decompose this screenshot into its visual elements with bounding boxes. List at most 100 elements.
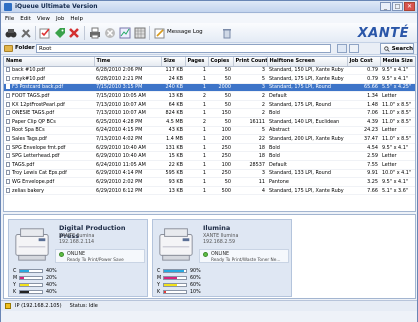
status-ip: IP (192.168.2.105) <box>15 303 62 309</box>
toner-fill <box>20 277 25 279</box>
menu-file[interactable]: File <box>5 16 14 22</box>
file-name-cell: SPG Envelope fmt.pdf <box>4 143 94 153</box>
table-row[interactable]: F3 Postcard back.pdf 7/15/2010 3:15 PM 240… <box>4 83 415 93</box>
table-cell: Letter <box>380 151 415 162</box>
table-row[interactable]: Root Spa BCs 6/24/2010 4:15 PM 43 KB 1 100 5 A… <box>4 126 415 136</box>
column-header[interactable]: Size <box>161 57 186 67</box>
table-cell: 10.0" x 4.1" <box>380 169 415 179</box>
stop-icon[interactable] <box>104 27 116 39</box>
printer-status-detail: Ready To Print/Waste Toner Ne... <box>211 258 281 263</box>
printer-model: XANTE Ilumina <box>203 234 239 239</box>
table-cell: 28537 <box>233 160 267 170</box>
pdf-file-icon <box>6 153 10 159</box>
file-name: KX 12ptFrostPearl.pdf <box>12 101 65 108</box>
toner-fill <box>164 270 184 272</box>
table-cell: 150 <box>208 108 233 119</box>
file-name: Root Spa BCs <box>12 127 45 134</box>
table-cell: 1 <box>185 83 208 93</box>
column-header[interactable]: Name <box>4 57 95 67</box>
details-view-icon[interactable] <box>337 44 347 53</box>
file-name: zelias bakery <box>12 187 45 194</box>
table-cell: 13 KB <box>161 91 185 101</box>
maximize-button[interactable]: □ <box>392 2 403 11</box>
table-row[interactable]: back #10.pdf 6/28/2010 2:06 PM 117 KB 1 50 3 S… <box>4 66 415 76</box>
menu-job[interactable]: Job <box>56 16 64 22</box>
column-header[interactable]: Time <box>94 57 162 67</box>
table-cell: Abstract <box>267 126 347 136</box>
table-cell: Default <box>267 160 347 170</box>
table-cell: 5 <box>233 126 267 136</box>
column-header[interactable]: Copies <box>208 57 234 67</box>
pdf-file-icon <box>6 93 10 99</box>
message-log-icon[interactable] <box>154 27 166 39</box>
table-row[interactable]: Sales Tags.pdf 7/13/2010 4:02 PM 1.4 MB 1 20… <box>4 134 415 144</box>
app-window: iQueue Ultimate Version _ □ ✕ File Edit … <box>0 0 418 322</box>
file-name: Paper Clip QP BCs <box>12 118 56 125</box>
table-cell: 595 KB <box>161 169 185 179</box>
message-log-label[interactable]: Message Log <box>167 29 203 35</box>
binoculars-icon[interactable] <box>5 27 17 39</box>
table-row[interactable]: cmyk#10.pdf 6/28/2010 2:21 PM 24 KB 1 50 5 Sta… <box>4 74 415 84</box>
table-cell: 1 <box>185 177 208 187</box>
printer-card[interactable]: Ilumina XANTE Ilumina 192.168.2.59 ONLIN… <box>152 219 292 297</box>
column-header[interactable]: Job Cost <box>347 57 381 67</box>
folder-label: Folder <box>15 45 35 51</box>
table-row[interactable]: ONESIE TAGS.pdf 7/13/2010 10:07 AM 824 KB 1… <box>4 108 415 119</box>
printer-ip: 192.168.2.59 <box>203 240 236 245</box>
toner-fill <box>20 291 29 293</box>
toner-bar <box>19 269 43 273</box>
window-controls: _ □ ✕ <box>380 2 415 11</box>
table-cell: 3 <box>233 169 267 179</box>
tools-icon[interactable] <box>20 27 32 39</box>
toner-level-row: M 60% <box>157 275 201 281</box>
table-cell: 22 KB <box>161 160 185 170</box>
printer-card[interactable]: Digital Production Press XANTE Ilumina 1… <box>8 219 148 297</box>
search-button[interactable]: Search <box>380 43 414 54</box>
table-cell: 15 KB <box>161 151 185 162</box>
pdf-file-icon <box>6 136 10 142</box>
approve-icon[interactable] <box>39 27 51 39</box>
tag-icon[interactable] <box>54 27 66 39</box>
printer-icon[interactable] <box>89 27 101 39</box>
table-row[interactable]: SPG Envelope fmt.pdf 6/29/2010 10:40 AM 13… <box>4 143 415 153</box>
chart-icon[interactable] <box>119 27 131 39</box>
column-header[interactable]: Media Size <box>380 57 415 67</box>
table-cell: Letter <box>380 126 415 136</box>
delete-icon[interactable] <box>68 27 80 39</box>
table-row[interactable]: WG Envelope.pdf 6/29/2010 2:02 PM 93 KB 1 50… <box>4 177 415 187</box>
table-row[interactable]: TAGS.pdf 6/24/2010 11:05 AM 22 KB 1 100 28537… <box>4 160 415 170</box>
table-cell: 2 <box>233 100 267 110</box>
column-header[interactable]: Print Count <box>233 57 268 67</box>
toner-percent: 40% <box>46 282 57 288</box>
pdf-file-icon <box>6 144 10 150</box>
column-header[interactable]: Halftone Screen <box>267 57 348 67</box>
close-button[interactable]: ✕ <box>404 2 415 11</box>
table-row[interactable]: FOOT TAGS.pdf 7/15/2010 10:05 AM 13 KB 2 50 2… <box>4 91 415 101</box>
table-row[interactable]: Troy Lewis Cat Eps.pdf 6/29/2010 4:14 PM 5… <box>4 169 415 179</box>
table-row[interactable]: Paper Clip QP BCs 6/25/2010 4:28 PM 4.5 MB… <box>4 117 415 127</box>
toner-fill <box>20 270 29 272</box>
printer-icon <box>159 228 193 261</box>
table-row[interactable]: SPG Letterhead.pdf 6/29/2010 10:40 AM 15 K… <box>4 151 415 162</box>
table-cell: Default <box>267 91 347 101</box>
table-cell: Standard, 133 LPI, Round <box>267 169 347 179</box>
menu-view[interactable]: View <box>37 16 50 22</box>
menu-help[interactable]: Help <box>70 16 83 22</box>
column-header[interactable]: Pages <box>185 57 209 67</box>
icon-view-icon[interactable] <box>349 44 359 53</box>
table-cell: 4 <box>233 186 267 196</box>
status-online-icon <box>59 252 64 257</box>
file-name-cell: back #10.pdf <box>4 66 94 76</box>
minimize-button[interactable]: _ <box>380 2 391 11</box>
table-cell: 50 <box>208 66 233 76</box>
search-label: Search <box>391 45 413 52</box>
grid-icon[interactable] <box>134 27 146 39</box>
trash-icon[interactable] <box>221 27 233 39</box>
toner-level-row: Y 40% <box>13 282 57 288</box>
network-icon <box>5 303 11 309</box>
table-row[interactable]: KX 12ptFrostPearl.pdf 7/13/2010 10:07 AM 6… <box>4 100 415 110</box>
toolbar-separator <box>149 26 150 40</box>
folder-path-input[interactable]: Root <box>36 44 331 53</box>
table-row[interactable]: zelias bakery 6/29/2010 6:12 PM 13 KB 1 500 4… <box>4 186 415 196</box>
menu-edit[interactable]: Edit <box>20 16 31 22</box>
